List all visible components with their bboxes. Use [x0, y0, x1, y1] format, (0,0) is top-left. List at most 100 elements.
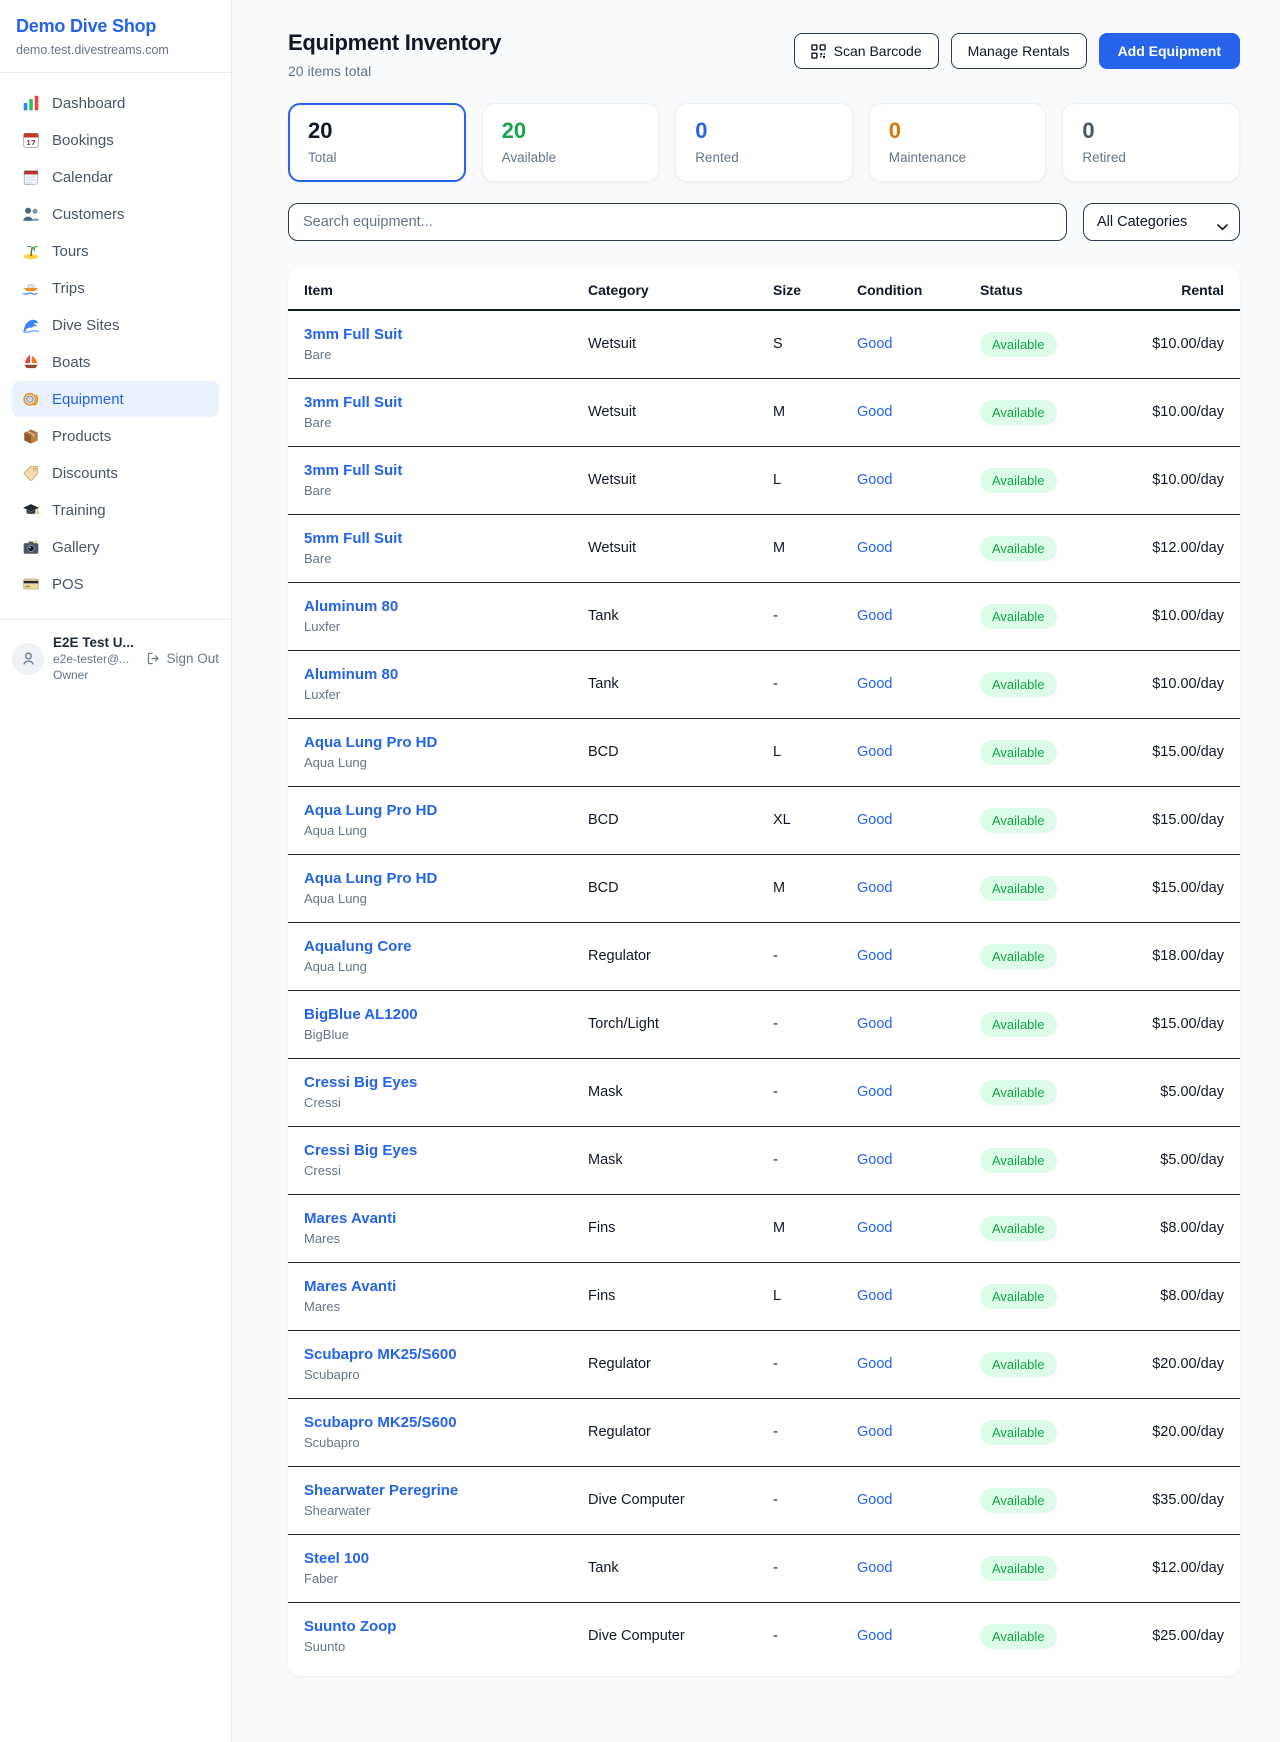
item-condition-link[interactable]: Good	[857, 1492, 892, 1508]
item-brand: Shearwater	[304, 1503, 564, 1518]
brand[interactable]: Demo Dive Shop demo.test.divestreams.com	[0, 0, 231, 73]
sidebar-item-dashboard[interactable]: Dashboard	[12, 85, 219, 121]
item-condition-link[interactable]: Good	[857, 948, 892, 964]
item-category: Regulator	[572, 922, 757, 990]
item-condition-link[interactable]: Good	[857, 404, 892, 420]
item-name-link[interactable]: Aluminum 80	[304, 666, 564, 683]
item-category: Tank	[572, 650, 757, 718]
dive-mask-icon	[22, 390, 40, 408]
item-name-link[interactable]: Scubapro MK25/S600	[304, 1346, 564, 1363]
status-badge: Available	[980, 1556, 1057, 1581]
item-condition-link[interactable]: Good	[857, 676, 892, 692]
item-name-link[interactable]: Suunto Zoop	[304, 1618, 564, 1635]
stat-card-available[interactable]: 20Available	[482, 103, 660, 182]
item-name-link[interactable]: Mares Avanti	[304, 1210, 564, 1227]
column-header-size: Size	[757, 267, 841, 310]
item-condition-link[interactable]: Good	[857, 1016, 892, 1032]
item-size: -	[757, 922, 841, 990]
table-row: Aluminum 80LuxferTank-GoodAvailable$10.0…	[288, 582, 1240, 650]
item-name-link[interactable]: 5mm Full Suit	[304, 530, 564, 547]
item-brand: Luxfer	[304, 619, 564, 634]
sidebar-item-label: Dive Sites	[52, 317, 120, 334]
item-condition-link[interactable]: Good	[857, 1288, 892, 1304]
camera-icon	[22, 538, 40, 556]
sidebar-item-bookings[interactable]: 17Bookings	[12, 122, 219, 158]
item-condition-link[interactable]: Good	[857, 1560, 892, 1576]
table-row: 3mm Full SuitBareWetsuitLGoodAvailable$1…	[288, 446, 1240, 514]
stat-card-total[interactable]: 20Total	[288, 103, 466, 182]
item-name-link[interactable]: Scubapro MK25/S600	[304, 1414, 564, 1431]
scan-barcode-button[interactable]: Scan Barcode	[794, 33, 939, 69]
item-name-link[interactable]: 3mm Full Suit	[304, 326, 564, 343]
stat-card-retired[interactable]: 0Retired	[1062, 103, 1240, 182]
item-name-link[interactable]: Shearwater Peregrine	[304, 1482, 564, 1499]
search-input[interactable]	[288, 203, 1067, 241]
status-badge: Available	[980, 1488, 1057, 1513]
item-name-link[interactable]: Cressi Big Eyes	[304, 1074, 564, 1091]
item-name-link[interactable]: Mares Avanti	[304, 1278, 564, 1295]
item-condition-link[interactable]: Good	[857, 812, 892, 828]
sidebar-item-equipment[interactable]: Equipment	[12, 381, 219, 417]
item-condition-link[interactable]: Good	[857, 744, 892, 760]
status-badge: Available	[980, 672, 1057, 697]
item-condition-link[interactable]: Good	[857, 1628, 892, 1644]
sidebar-item-label: Trips	[52, 280, 85, 297]
item-name-link[interactable]: Aluminum 80	[304, 598, 564, 615]
sidebar-item-customers[interactable]: Customers	[12, 196, 219, 232]
item-condition-link[interactable]: Good	[857, 1356, 892, 1372]
item-brand: Mares	[304, 1299, 564, 1314]
sidebar-item-calendar[interactable]: Calendar	[12, 159, 219, 195]
item-name-link[interactable]: BigBlue AL1200	[304, 1006, 564, 1023]
item-name-link[interactable]: 3mm Full Suit	[304, 394, 564, 411]
stat-value: 0	[1082, 118, 1220, 144]
category-select[interactable]: All Categories	[1083, 203, 1240, 241]
item-condition-link[interactable]: Good	[857, 880, 892, 896]
item-rental: $25.00/day	[1124, 1602, 1240, 1670]
item-name-link[interactable]: Aqualung Core	[304, 938, 564, 955]
package-icon	[22, 427, 40, 445]
item-brand: Aqua Lung	[304, 891, 564, 906]
sign-out-button[interactable]: Sign Out	[146, 651, 219, 666]
add-equipment-button[interactable]: Add Equipment	[1099, 33, 1240, 69]
stat-card-rented[interactable]: 0Rented	[675, 103, 853, 182]
sidebar-item-boats[interactable]: Boats	[12, 344, 219, 380]
item-condition-link[interactable]: Good	[857, 540, 892, 556]
sidebar-item-training[interactable]: Training	[12, 492, 219, 528]
stat-card-maintenance[interactable]: 0Maintenance	[869, 103, 1047, 182]
item-condition-link[interactable]: Good	[857, 336, 892, 352]
item-condition-link[interactable]: Good	[857, 608, 892, 624]
item-condition-link[interactable]: Good	[857, 1084, 892, 1100]
sidebar-item-tours[interactable]: Tours	[12, 233, 219, 269]
item-condition-link[interactable]: Good	[857, 1424, 892, 1440]
item-rental: $5.00/day	[1124, 1126, 1240, 1194]
stat-value: 0	[889, 118, 1027, 144]
item-condition-link[interactable]: Good	[857, 1152, 892, 1168]
item-name-link[interactable]: Aqua Lung Pro HD	[304, 802, 564, 819]
item-size: S	[757, 310, 841, 378]
status-badge: Available	[980, 468, 1057, 493]
sidebar-item-gallery[interactable]: Gallery	[12, 529, 219, 565]
item-brand: Luxfer	[304, 687, 564, 702]
sidebar-item-pos[interactable]: POS	[12, 566, 219, 602]
item-brand: Bare	[304, 551, 564, 566]
item-size: -	[757, 1330, 841, 1398]
manage-rentals-button[interactable]: Manage Rentals	[951, 33, 1087, 69]
item-name-link[interactable]: Aqua Lung Pro HD	[304, 870, 564, 887]
equipment-table-card: ItemCategorySizeConditionStatusRental 3m…	[288, 267, 1240, 1676]
item-brand: Scubapro	[304, 1435, 564, 1450]
item-brand: Cressi	[304, 1163, 564, 1178]
sidebar-item-discounts[interactable]: Discounts	[12, 455, 219, 491]
item-name-link[interactable]: Aqua Lung Pro HD	[304, 734, 564, 751]
manage-rentals-label: Manage Rentals	[968, 43, 1070, 59]
sidebar-item-dive-sites[interactable]: Dive Sites	[12, 307, 219, 343]
item-size: -	[757, 1126, 841, 1194]
brand-name[interactable]: Demo Dive Shop	[16, 16, 215, 37]
item-name-link[interactable]: Cressi Big Eyes	[304, 1142, 564, 1159]
item-name-link[interactable]: Steel 100	[304, 1550, 564, 1567]
item-condition-link[interactable]: Good	[857, 472, 892, 488]
sidebar-item-products[interactable]: Products	[12, 418, 219, 454]
item-name-link[interactable]: 3mm Full Suit	[304, 462, 564, 479]
item-condition-link[interactable]: Good	[857, 1220, 892, 1236]
status-badge: Available	[980, 1216, 1057, 1241]
sidebar-item-trips[interactable]: Trips	[12, 270, 219, 306]
